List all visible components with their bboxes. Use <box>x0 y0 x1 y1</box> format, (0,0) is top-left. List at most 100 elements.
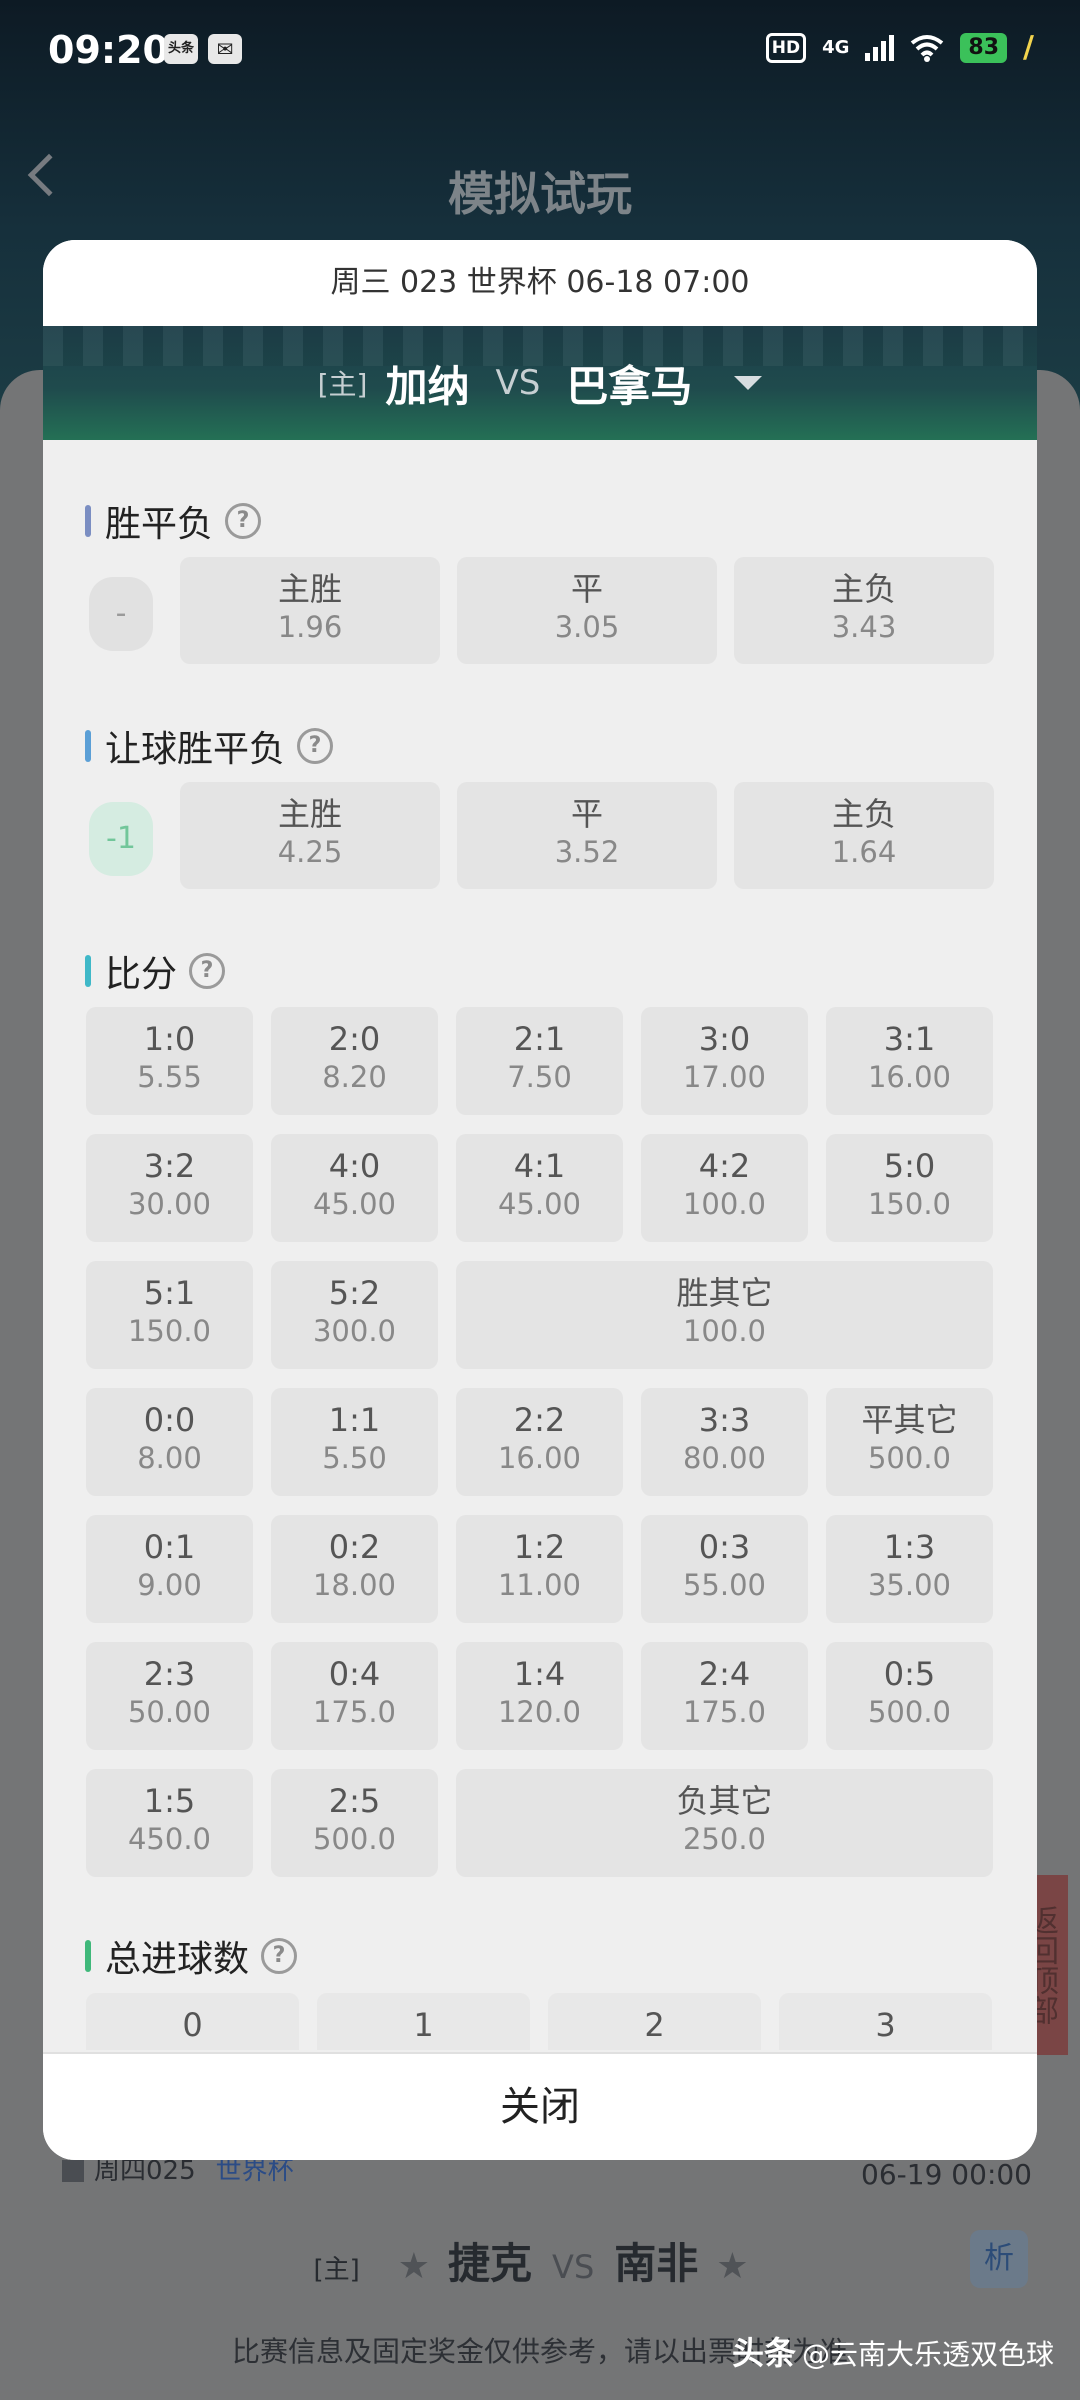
score-odd: 150.0 <box>867 1187 952 1221</box>
score-cell[interactable]: 0:2 18.00 <box>271 1515 438 1623</box>
score-label: 4:1 <box>513 1147 566 1185</box>
status-bar: 09:20 头条 ✉ HD 4G 83 ∕ <box>0 0 1080 100</box>
odds-value: 3.43 <box>831 610 897 644</box>
total-goals-option[interactable]: 1 <box>317 1993 530 2050</box>
section-title-total-goals: 总进球数 ? <box>85 1930 298 1982</box>
score-cell[interactable]: 2:3 50.00 <box>86 1642 253 1750</box>
score-label: 3:3 <box>698 1401 751 1439</box>
score-label: 2:1 <box>513 1020 566 1058</box>
section-bar <box>85 1940 91 1972</box>
score-odd: 80.00 <box>682 1441 767 1475</box>
dropdown-caret-icon[interactable] <box>734 376 763 390</box>
section-title-wdl: 胜平负 ? <box>85 495 262 547</box>
odds-cell-home-win[interactable]: 主胜 4.25 <box>180 782 440 889</box>
score-cell[interactable]: 3:2 30.00 <box>86 1134 253 1242</box>
score-label: 1:4 <box>513 1655 566 1693</box>
score-odd: 45.00 <box>497 1187 582 1221</box>
score-cell[interactable]: 0:1 9.00 <box>86 1515 253 1623</box>
handicap-badge: - <box>89 577 153 651</box>
score-odd: 9.00 <box>137 1568 202 1602</box>
handicap-badge: -1 <box>89 802 153 876</box>
score-cell[interactable]: 3:0 17.00 <box>641 1007 808 1115</box>
score-odd: 500.0 <box>312 1822 397 1856</box>
score-cell[interactable]: 2:1 7.50 <box>456 1007 623 1115</box>
score-cell[interactable]: 1:5 450.0 <box>86 1769 253 1877</box>
score-cell-win-other[interactable]: 胜其它 100.0 <box>456 1261 993 1369</box>
away-team: 南非 <box>614 2239 699 2288</box>
score-cell[interactable]: 5:1 150.0 <box>86 1261 253 1369</box>
total-goals-option[interactable]: 2 <box>548 1993 761 2050</box>
score-label: 0:3 <box>698 1528 751 1566</box>
score-cell[interactable]: 5:0 150.0 <box>826 1134 993 1242</box>
match-teams: [主] ★ 捷克 VS 南非 ★ <box>0 2230 1080 2291</box>
score-cell-lose-other[interactable]: 负其它 250.0 <box>456 1769 993 1877</box>
odds-cell-draw[interactable]: 平 3.05 <box>457 557 717 664</box>
toutiao-notification-icon: 头条 <box>164 34 198 64</box>
score-cell[interactable]: 3:1 16.00 <box>826 1007 993 1115</box>
score-cell[interactable]: 1:2 11.00 <box>456 1515 623 1623</box>
score-label: 胜其它 <box>676 1274 773 1312</box>
score-cell[interactable]: 3:3 80.00 <box>641 1388 808 1496</box>
odds-label: 平 <box>570 795 603 833</box>
odds-cell-home-win[interactable]: 主胜 1.96 <box>180 557 440 664</box>
analysis-button[interactable]: 析 <box>970 2230 1028 2288</box>
score-cell[interactable]: 2:2 16.00 <box>456 1388 623 1496</box>
score-odd: 45.00 <box>312 1187 397 1221</box>
score-cell[interactable]: 0:3 55.00 <box>641 1515 808 1623</box>
odds-cell-home-lose[interactable]: 主负 1.64 <box>734 782 994 889</box>
score-odd: 5.50 <box>322 1441 387 1475</box>
score-label: 2:4 <box>698 1655 751 1693</box>
score-cell[interactable]: 1:4 120.0 <box>456 1642 623 1750</box>
score-cell[interactable]: 1:0 5.55 <box>86 1007 253 1115</box>
total-goals-option[interactable]: 3 <box>779 1993 992 2050</box>
score-odd: 35.00 <box>867 1568 952 1602</box>
score-label: 3:1 <box>883 1020 936 1058</box>
message-notification-icon: ✉ <box>208 34 242 64</box>
score-cell[interactable]: 0:4 175.0 <box>271 1642 438 1750</box>
score-cell[interactable]: 5:2 300.0 <box>271 1261 438 1369</box>
score-label: 5:1 <box>143 1274 196 1312</box>
score-cell[interactable]: 1:1 5.50 <box>271 1388 438 1496</box>
score-odd: 250.0 <box>682 1822 767 1856</box>
score-cell[interactable]: 4:2 100.0 <box>641 1134 808 1242</box>
score-cell[interactable]: 2:4 175.0 <box>641 1642 808 1750</box>
score-cell-draw-other[interactable]: 平其它 500.0 <box>826 1388 993 1496</box>
help-icon[interactable]: ? <box>189 953 226 989</box>
hd-icon: HD <box>765 32 807 63</box>
score-odd: 500.0 <box>867 1441 952 1475</box>
score-cell[interactable]: 2:5 500.0 <box>271 1769 438 1877</box>
away-team: 巴拿马 <box>566 361 693 411</box>
score-cell[interactable]: 4:0 45.00 <box>271 1134 438 1242</box>
score-cell[interactable]: 2:0 8.20 <box>271 1007 438 1115</box>
watermark-app: 头条 <box>731 2334 796 2372</box>
score-cell[interactable]: 4:1 45.00 <box>456 1134 623 1242</box>
score-cell[interactable]: 1:3 35.00 <box>826 1515 993 1623</box>
score-label: 负其它 <box>676 1782 773 1820</box>
total-goals-option[interactable]: 0 <box>86 1993 299 2050</box>
help-icon[interactable]: ? <box>261 1938 298 1974</box>
home-tag: [主] <box>317 368 368 401</box>
score-odd: 16.00 <box>867 1060 952 1094</box>
odds-cell-draw[interactable]: 平 3.52 <box>457 782 717 889</box>
help-icon[interactable]: ? <box>297 728 334 764</box>
close-button[interactable]: 关闭 <box>43 2052 1037 2160</box>
status-time: 09:20 <box>48 28 169 72</box>
score-label: 1:5 <box>143 1782 196 1820</box>
vs-label: VS <box>495 363 541 403</box>
odds-cell-home-lose[interactable]: 主负 3.43 <box>734 557 994 664</box>
score-cell[interactable]: 0:0 8.00 <box>86 1388 253 1496</box>
score-label: 3:2 <box>143 1147 196 1185</box>
star-icon[interactable]: ★ <box>398 2246 430 2287</box>
star-icon[interactable]: ★ <box>716 2246 748 2287</box>
modal-body: 胜平负 ? - 主胜 1.96 平 3.05 主负 3.43 让球胜平负 ? -… <box>43 440 1037 2050</box>
match-league: 世界杯 <box>215 2156 294 2186</box>
score-odd: 175.0 <box>682 1695 767 1729</box>
match-marker-icon <box>62 2160 84 2182</box>
home-team: 捷克 <box>448 2239 533 2288</box>
score-odd: 50.00 <box>127 1695 212 1729</box>
help-icon[interactable]: ? <box>225 503 262 539</box>
section-bar <box>85 955 91 987</box>
match-banner[interactable]: [主] 加纳 VS 巴拿马 <box>43 326 1037 440</box>
score-odd: 450.0 <box>127 1822 212 1856</box>
score-cell[interactable]: 0:5 500.0 <box>826 1642 993 1750</box>
